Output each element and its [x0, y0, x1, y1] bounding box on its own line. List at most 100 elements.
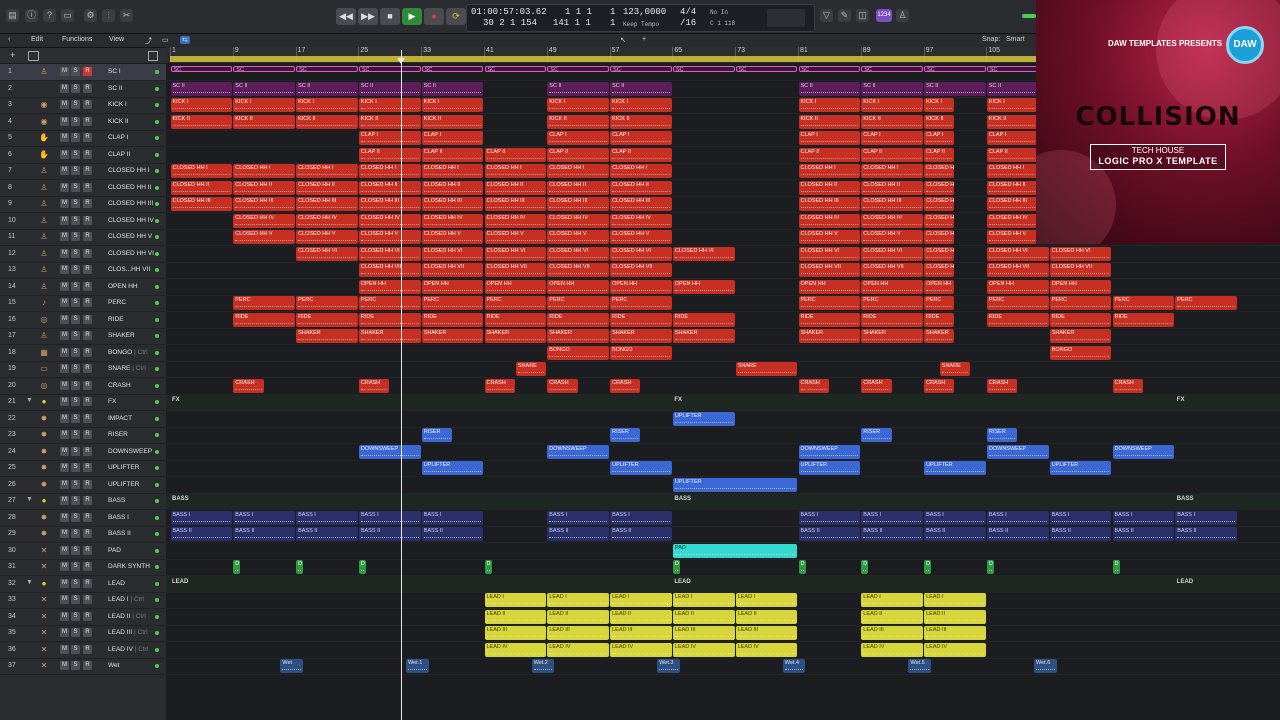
- region[interactable]: CLOSED HH I: [798, 164, 861, 178]
- track-header[interactable]: 26 ✸ M S R UPLIFTER: [0, 477, 166, 494]
- tuner-icon[interactable]: ♙: [896, 9, 909, 22]
- region[interactable]: D: [986, 560, 994, 574]
- record-enable-button[interactable]: R: [83, 182, 92, 192]
- region[interactable]: CLOSED HH VII: [1049, 263, 1112, 277]
- mute-button[interactable]: M: [60, 430, 69, 439]
- track-name[interactable]: RISER: [108, 431, 128, 438]
- region[interactable]: RIDE: [484, 312, 547, 327]
- region[interactable]: PERC: [421, 296, 484, 310]
- region[interactable]: CLOSED HH III: [296, 197, 358, 211]
- solo-button[interactable]: S: [71, 529, 80, 538]
- region[interactable]: CLAP I: [924, 131, 955, 145]
- track-header[interactable]: 28 ✸ M S R BASS I: [0, 510, 166, 527]
- region[interactable]: CRASH: [986, 378, 1018, 393]
- region[interactable]: RIDE: [1112, 312, 1175, 327]
- track-lane[interactable]: [166, 427, 1280, 444]
- edit-menu[interactable]: Edit: [31, 36, 43, 43]
- mute-button[interactable]: M: [60, 265, 69, 274]
- mute-button[interactable]: M: [60, 199, 69, 208]
- region[interactable]: DOWNSWEEP: [798, 444, 861, 459]
- back-icon[interactable]: ‹: [8, 36, 10, 43]
- track-header[interactable]: 37 ✕ M S R Wet: [0, 658, 166, 675]
- disclosure-triangle-icon[interactable]: ▼: [26, 496, 33, 503]
- region[interactable]: CLOSED HH III: [233, 197, 296, 211]
- region[interactable]: CLOSED HH IV: [296, 213, 358, 228]
- region[interactable]: CLOSED HH VII: [610, 263, 672, 277]
- region[interactable]: OPEN HH: [672, 279, 735, 294]
- region[interactable]: CRASH: [484, 378, 515, 393]
- region[interactable]: SC II: [798, 81, 861, 96]
- region[interactable]: BASS II: [610, 527, 672, 541]
- region[interactable]: KICK II: [170, 114, 233, 129]
- play-button[interactable]: ▶: [402, 8, 422, 25]
- mute-button[interactable]: M: [60, 347, 69, 357]
- region[interactable]: PERC: [986, 296, 1049, 310]
- region[interactable]: UPLIFTER: [421, 461, 484, 475]
- mute-button[interactable]: M: [60, 644, 69, 654]
- region[interactable]: CLOSED HH VII: [924, 263, 955, 277]
- region[interactable]: CLAP I: [358, 131, 421, 145]
- region[interactable]: SC: [672, 66, 735, 72]
- lcd-tempo[interactable]: 123,0000: [623, 7, 666, 17]
- region[interactable]: SHAKER: [421, 329, 484, 343]
- region[interactable]: CLOSED HH I: [296, 164, 358, 178]
- region[interactable]: KICK I: [233, 98, 296, 112]
- mute-button[interactable]: M: [60, 232, 69, 241]
- region[interactable]: PERC: [1049, 296, 1112, 310]
- track-header[interactable]: 5 ✋ M S R CLAP I: [0, 130, 166, 147]
- region[interactable]: SNARE: [515, 362, 547, 376]
- region[interactable]: CLOSED HH II: [924, 180, 955, 195]
- region[interactable]: Wet.5: [908, 659, 931, 673]
- region[interactable]: CLOSED HH II: [358, 180, 421, 195]
- region[interactable]: BASS II: [296, 527, 358, 541]
- region[interactable]: LEAD I: [735, 593, 798, 607]
- region[interactable]: CLAP II: [861, 147, 924, 162]
- region[interactable]: PAD: [672, 543, 798, 558]
- mute-button[interactable]: M: [60, 529, 69, 538]
- region[interactable]: SC II: [610, 81, 672, 96]
- solo-button[interactable]: S: [71, 199, 80, 208]
- track-header[interactable]: 19 ▭ M S R SNARE | Ctrl: [0, 361, 166, 378]
- region[interactable]: KICK I: [610, 98, 672, 112]
- record-enable-button[interactable]: R: [83, 578, 92, 588]
- track-lane[interactable]: [166, 345, 1280, 362]
- region[interactable]: LEAD I: [672, 593, 735, 607]
- region[interactable]: LEAD II: [861, 609, 924, 624]
- track-lane[interactable]: [166, 394, 1280, 411]
- region[interactable]: CRASH: [233, 378, 264, 393]
- solo-button[interactable]: S: [71, 166, 80, 175]
- region[interactable]: LEAD IV: [484, 642, 547, 657]
- region[interactable]: SNARE: [735, 362, 798, 376]
- region[interactable]: LEAD II: [924, 609, 986, 624]
- region[interactable]: SC II: [358, 81, 421, 96]
- mute-button[interactable]: M: [60, 364, 69, 373]
- record-enable-button[interactable]: R: [83, 545, 92, 555]
- track-name[interactable]: DOWNSWEEP: [108, 448, 152, 455]
- region[interactable]: LEAD II: [735, 609, 798, 624]
- solo-button[interactable]: S: [71, 545, 80, 555]
- record-enable-button[interactable]: R: [83, 661, 92, 670]
- region[interactable]: KICK I: [358, 98, 421, 112]
- region[interactable]: LEAD IV: [924, 642, 986, 657]
- region[interactable]: CLOSED HH V: [924, 230, 955, 244]
- track-name[interactable]: PERC: [108, 299, 126, 306]
- track-header[interactable]: 30 ✕ M S R PAD: [0, 543, 166, 560]
- functions-menu[interactable]: Functions: [62, 36, 92, 43]
- global-tracks-icon[interactable]: [28, 51, 39, 61]
- region[interactable]: KICK II: [610, 114, 672, 129]
- track-name[interactable]: CLOSED HH IV: [108, 217, 154, 224]
- track-name[interactable]: IMPACT: [108, 415, 132, 422]
- region[interactable]: SC: [296, 66, 358, 72]
- region[interactable]: LEAD IV: [547, 642, 610, 657]
- record-enable-button[interactable]: R: [83, 116, 92, 126]
- track-name[interactable]: CLAP I: [108, 134, 128, 141]
- note-pad-icon[interactable]: ✎: [838, 9, 851, 22]
- region[interactable]: UPLIFTER: [798, 461, 861, 475]
- region[interactable]: PERC: [1175, 296, 1238, 310]
- region[interactable]: CLOSED HH III: [421, 197, 484, 211]
- region[interactable]: OPEN HH: [1049, 279, 1112, 294]
- flex-icon[interactable]: ▭: [162, 36, 169, 44]
- mute-button[interactable]: M: [60, 149, 69, 159]
- region[interactable]: CLOSED HH VII: [861, 263, 924, 277]
- solo-button[interactable]: S: [71, 347, 80, 357]
